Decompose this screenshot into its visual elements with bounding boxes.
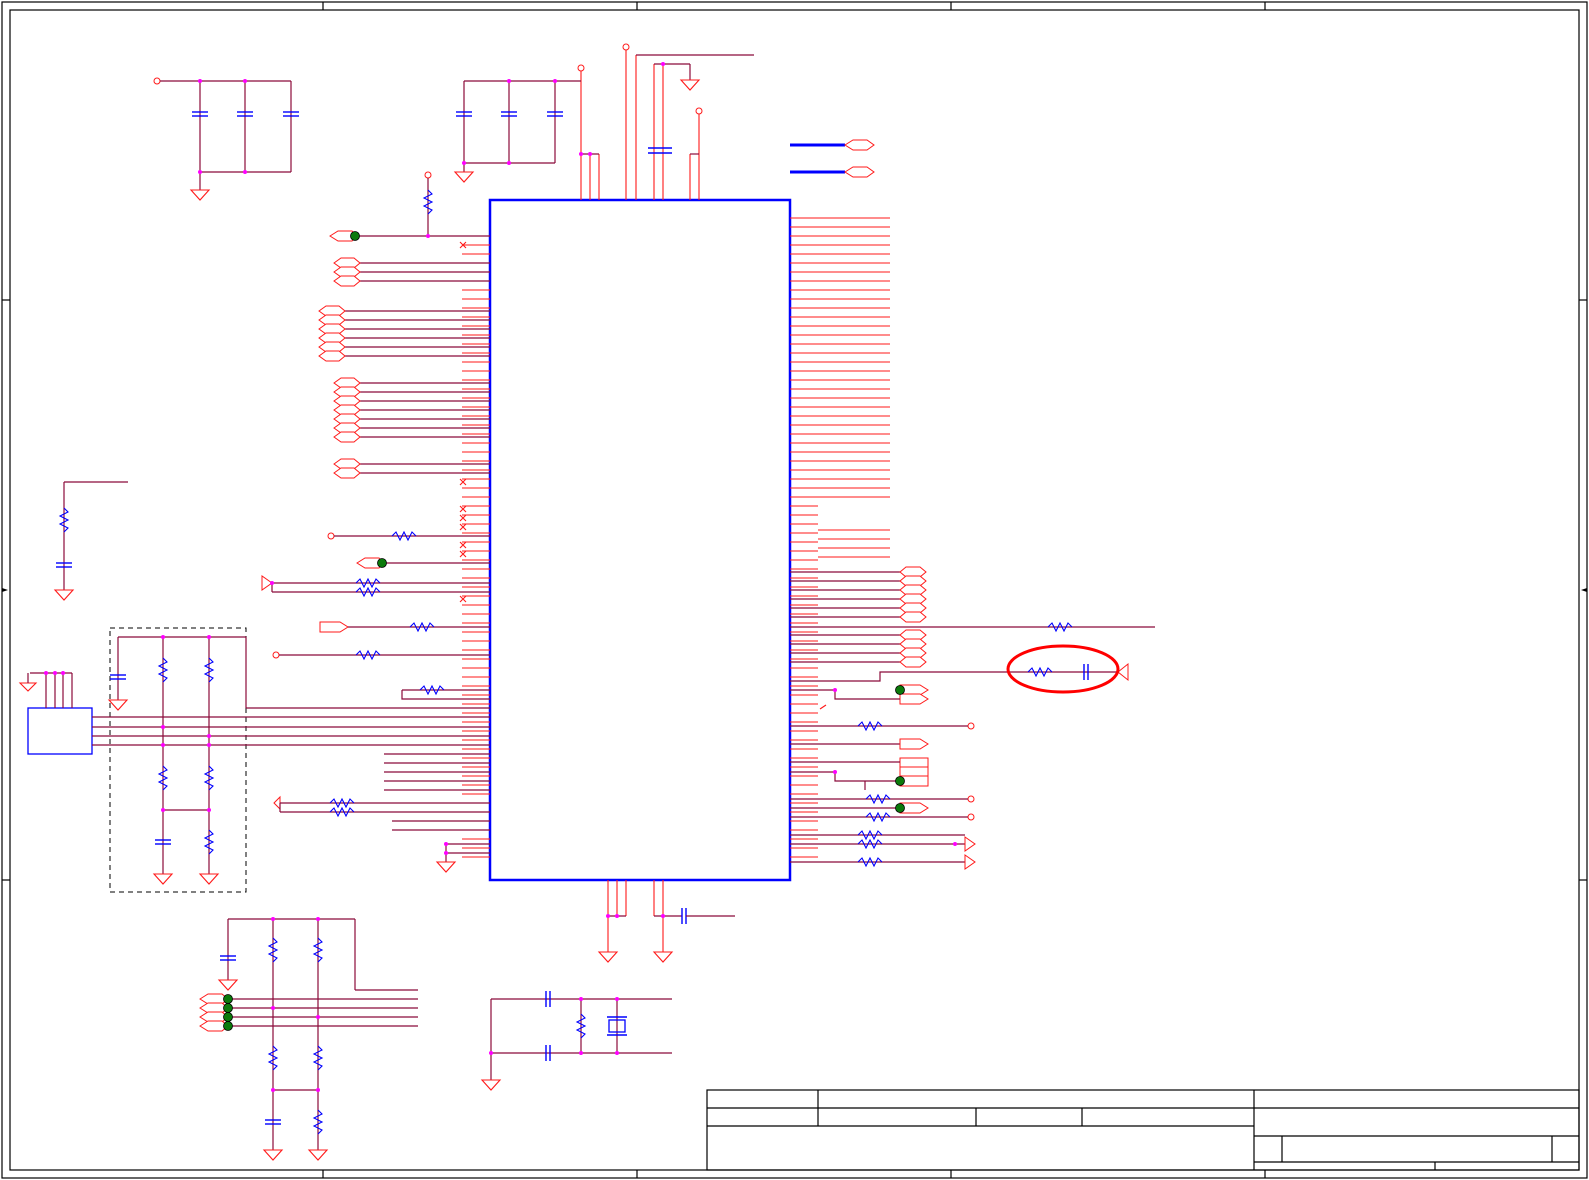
no-connect-mark	[459, 595, 467, 603]
no-connect-mark	[459, 541, 467, 549]
decoupling-caps-middle	[453, 79, 581, 183]
test-point	[223, 1003, 233, 1013]
net-port	[899, 611, 927, 623]
test-point	[895, 685, 905, 695]
test-point	[895, 803, 905, 813]
title-block	[706, 1089, 1580, 1171]
no-connect-mark	[459, 514, 467, 522]
bus-lines	[790, 139, 875, 178]
bottom-pins	[597, 880, 735, 963]
no-connect-mark	[459, 505, 467, 513]
net-port	[899, 693, 929, 705]
bottom-left-network	[199, 917, 418, 1161]
left-rc-network	[53, 481, 128, 601]
net-port	[333, 275, 361, 287]
no-connect-mark	[459, 523, 467, 531]
schematic-sheet	[1, 1, 1588, 1179]
net-port	[899, 656, 927, 668]
net-port	[333, 467, 361, 479]
no-connect-mark	[459, 478, 467, 486]
test-point	[223, 1012, 233, 1022]
right-pin-stubs	[790, 217, 890, 858]
esd-filter-group	[92, 627, 490, 893]
net-port	[318, 350, 346, 362]
left-side-circuits	[261, 171, 490, 873]
connector-icon	[18, 671, 93, 755]
no-connect-mark	[459, 550, 467, 558]
top-pins	[577, 43, 754, 200]
rc-filter-highlight	[1006, 644, 1120, 694]
right-side-circuits	[790, 621, 1155, 870]
decoupling-caps-left	[153, 77, 299, 201]
main-ic	[488, 198, 792, 882]
test-point	[223, 994, 233, 1004]
test-point	[350, 231, 360, 241]
test-point	[377, 558, 387, 568]
test-point	[895, 776, 905, 786]
test-point	[223, 1021, 233, 1031]
net-port	[333, 431, 361, 443]
crystal-circuit	[480, 991, 672, 1091]
